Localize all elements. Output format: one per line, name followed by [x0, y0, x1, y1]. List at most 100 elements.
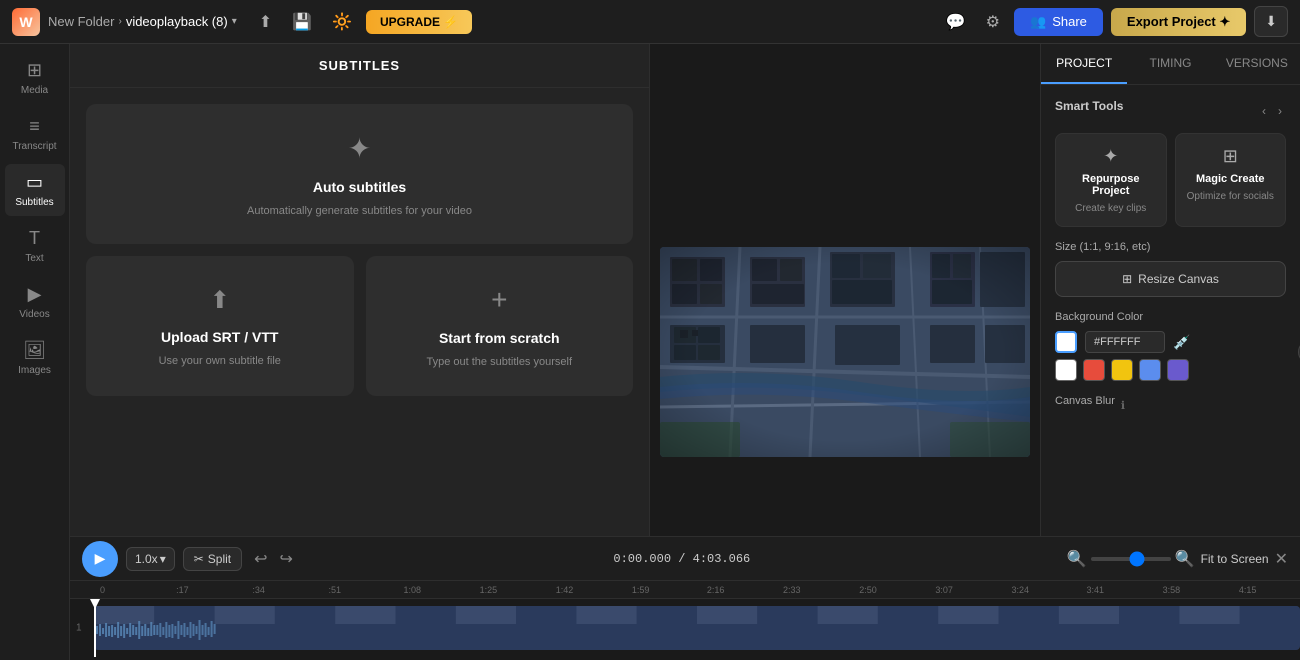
- brightness-icon-btn[interactable]: 🔆: [326, 6, 358, 38]
- zoom-slider[interactable]: [1091, 557, 1171, 561]
- close-timeline-button[interactable]: ✕: [1275, 549, 1288, 569]
- folder-name: New Folder: [48, 14, 114, 29]
- timeline-area: 0 :17 :34 :51 1:08 1:25 1:42 1:59 2:16 2…: [70, 580, 1300, 660]
- timeline-right-controls: 🔍 🔍 Fit to Screen ✕: [1067, 549, 1288, 569]
- share-icon-btn[interactable]: ⬆: [253, 6, 278, 38]
- speed-chevron: ▾: [160, 552, 166, 566]
- eyedropper-button[interactable]: 💉: [1173, 334, 1190, 351]
- sidebar-item-text[interactable]: T Text: [5, 220, 65, 272]
- sidebar-label-videos: Videos: [19, 309, 49, 320]
- canvas-blur-info-icon: ℹ: [1121, 399, 1125, 412]
- ruler-mark-307: 3:07: [935, 585, 953, 595]
- playhead[interactable]: [94, 599, 96, 657]
- zoom-controls: 🔍 🔍: [1067, 549, 1195, 569]
- track-number: 1: [76, 623, 82, 634]
- tab-versions[interactable]: VERSIONS: [1214, 44, 1300, 84]
- auto-subtitles-card[interactable]: ✦ Auto subtitles Automatically generate …: [86, 104, 633, 244]
- split-button[interactable]: ✂ Split: [183, 547, 242, 571]
- breadcrumb: New Folder › videoplayback (8) ▾: [48, 14, 237, 29]
- sidebar-item-videos[interactable]: ▶ Videos: [5, 276, 65, 328]
- timeline-controls: ▶ 1.0x ▾ ✂ Split ↩ ↪ 0:00.000 / 4:03.066…: [70, 536, 1300, 580]
- share-button[interactable]: 👥 Share: [1014, 8, 1103, 36]
- videos-icon: ▶: [28, 284, 42, 305]
- current-time: 0:00.000: [613, 552, 671, 566]
- fit-to-screen-button[interactable]: Fit to Screen: [1201, 552, 1269, 566]
- subtitle-cards-row: ⬆ Upload SRT / VTT Use your own subtitle…: [86, 256, 633, 408]
- save-icon-btn[interactable]: 💾: [286, 6, 318, 38]
- color-hex-input[interactable]: [1085, 331, 1165, 353]
- speed-button[interactable]: 1.0x ▾: [126, 547, 175, 571]
- project-name: videoplayback (8): [126, 14, 228, 29]
- scratch-icon: +: [491, 284, 507, 316]
- project-expand-icon[interactable]: ▾: [232, 16, 237, 27]
- smart-tools-next[interactable]: ›: [1274, 102, 1286, 120]
- preset-red[interactable]: [1083, 359, 1105, 381]
- speed-value: 1.0x: [135, 552, 158, 566]
- upgrade-button[interactable]: UPGRADE ⚡: [366, 10, 472, 34]
- redo-button[interactable]: ↪: [276, 545, 297, 573]
- track-content[interactable]: [94, 606, 1300, 650]
- ruler-mark-51: :51: [328, 585, 341, 595]
- ruler-mark-142: 1:42: [556, 585, 574, 595]
- timeline-track: 1: [70, 599, 1300, 657]
- preset-yellow[interactable]: [1111, 359, 1133, 381]
- subtitles-header: SUBTITLES: [70, 44, 649, 88]
- magic-create-desc: Optimize for socials: [1187, 191, 1274, 202]
- sidebar-item-transcript[interactable]: ≡ Transcript: [5, 108, 65, 160]
- smart-tools-title: Smart Tools: [1055, 99, 1123, 113]
- sidebar-item-images[interactable]: 🖼 Images: [5, 332, 65, 384]
- export-button[interactable]: Export Project ✦: [1111, 8, 1246, 36]
- resize-canvas-icon: ⊞: [1122, 272, 1132, 286]
- auto-subtitles-title: Auto subtitles: [313, 179, 406, 195]
- resize-canvas-label: Resize Canvas: [1138, 272, 1219, 286]
- smart-tools-prev[interactable]: ‹: [1258, 102, 1270, 120]
- share-label: Share: [1052, 14, 1087, 29]
- ruler-mark-216: 2:16: [707, 585, 725, 595]
- aerial-city-svg: [660, 247, 1030, 457]
- smart-tools-nav: ‹ ›: [1258, 102, 1286, 120]
- tab-timing[interactable]: TIMING: [1127, 44, 1213, 84]
- timeline-ruler: 0 :17 :34 :51 1:08 1:25 1:42 1:59 2:16 2…: [70, 581, 1300, 599]
- media-icon: ⊞: [27, 60, 42, 81]
- preset-purple[interactable]: [1167, 359, 1189, 381]
- active-color-swatch[interactable]: [1055, 331, 1077, 353]
- sidebar-item-media[interactable]: ⊞ Media: [5, 52, 65, 104]
- text-icon: T: [29, 228, 40, 249]
- ruler-mark-324: 3:24: [1012, 585, 1030, 595]
- preset-blue[interactable]: [1139, 359, 1161, 381]
- sidebar-label-text: Text: [25, 253, 43, 264]
- sidebar-label-subtitles: Subtitles: [15, 197, 53, 208]
- sidebar-item-subtitles[interactable]: ▭ Subtitles: [5, 164, 65, 216]
- subtitles-icon: ▭: [26, 172, 43, 193]
- ruler-mark-34: :34: [252, 585, 265, 595]
- magic-create-card[interactable]: ⊞ Magic Create Optimize for socials: [1175, 133, 1287, 227]
- settings-button[interactable]: ⚙: [980, 6, 1006, 38]
- time-display: 0:00.000 / 4:03.066: [305, 552, 1059, 566]
- auto-subtitles-desc: Automatically generate subtitles for you…: [247, 205, 472, 217]
- breadcrumb-separator: ›: [118, 16, 121, 27]
- video-container: [660, 247, 1030, 457]
- ruler-mark-159: 1:59: [632, 585, 650, 595]
- transcript-icon: ≡: [29, 116, 40, 137]
- preset-white[interactable]: [1055, 359, 1077, 381]
- start-from-scratch-card[interactable]: + Start from scratch Type out the subtit…: [366, 256, 634, 396]
- upload-srt-card[interactable]: ⬆ Upload SRT / VTT Use your own subtitle…: [86, 256, 354, 396]
- upload-srt-title: Upload SRT / VTT: [161, 329, 278, 345]
- sidebar-label-transcript: Transcript: [12, 141, 56, 152]
- ruler-mark-233: 2:33: [783, 585, 801, 595]
- play-button[interactable]: ▶: [82, 541, 118, 577]
- repurpose-project-card[interactable]: ✦ Repurpose Project Create key clips: [1055, 133, 1167, 227]
- tab-project[interactable]: PROJECT: [1041, 44, 1127, 84]
- topbar: W New Folder › videoplayback (8) ▾ ⬆ 💾 🔆…: [0, 0, 1300, 44]
- chat-icon-btn[interactable]: 💬: [940, 6, 972, 38]
- size-section-label: Size (1:1, 9:16, etc): [1055, 241, 1286, 253]
- undo-button[interactable]: ↩: [250, 545, 271, 573]
- download-button[interactable]: ⬇: [1254, 6, 1288, 37]
- zoom-out-button[interactable]: 🔍: [1067, 549, 1087, 569]
- resize-canvas-button[interactable]: ⊞ Resize Canvas: [1055, 261, 1286, 297]
- tools-row: ✦ Repurpose Project Create key clips ⊞ M…: [1055, 133, 1286, 227]
- zoom-in-button[interactable]: 🔍: [1175, 549, 1195, 569]
- split-label: Split: [208, 552, 231, 566]
- color-row: 💉: [1055, 331, 1286, 353]
- share-icon: 👥: [1030, 14, 1046, 30]
